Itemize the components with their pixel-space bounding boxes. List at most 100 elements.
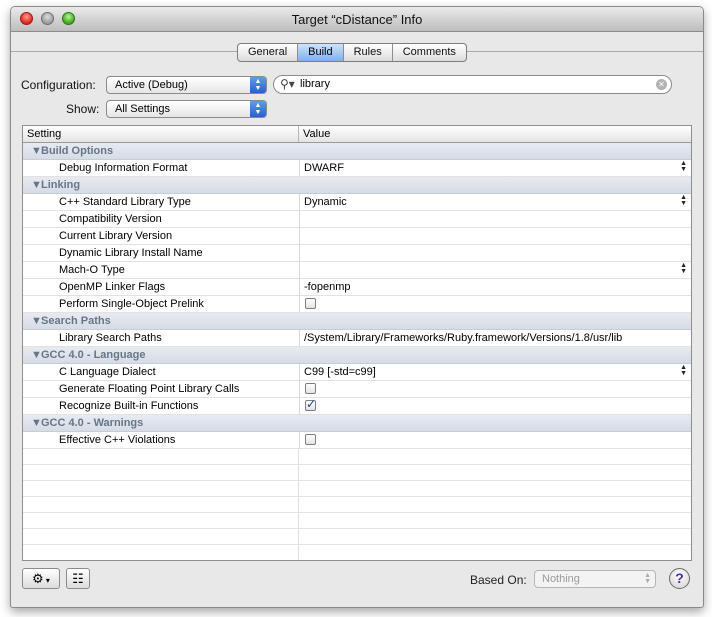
setting-label: Debug Information Format — [59, 162, 188, 174]
value-cell[interactable] — [299, 228, 691, 244]
setting-row[interactable]: OpenMP Linker Flags -fopenmp — [23, 279, 691, 296]
empty-row — [23, 513, 691, 529]
setting-value[interactable]: /System/Library/Frameworks/Ruby.framewor… — [304, 332, 622, 344]
setting-row[interactable]: Library Search Paths/System/Library/Fram… — [23, 330, 691, 347]
value-cell[interactable] — [299, 211, 691, 227]
column-divider — [298, 497, 299, 512]
column-header-value[interactable]: Value — [303, 128, 330, 140]
setting-row[interactable]: Effective C++ Violations — [23, 432, 691, 449]
popup-arrows-icon[interactable]: ▲ ▼ — [680, 194, 687, 207]
setting-row[interactable]: C Language Dialect C99 [-std=c99] ▲ ▼ — [23, 364, 691, 381]
info-window: Target “cDistance” Info General Build Ru… — [10, 6, 704, 608]
popup-arrows-icon: ▲ ▼ — [644, 572, 651, 585]
setting-row[interactable]: Perform Single-Object Prelink — [23, 296, 691, 313]
tab-rules[interactable]: Rules — [344, 44, 393, 61]
popup-arrows-icon: ▲ ▼ — [250, 77, 266, 93]
group-row[interactable]: ▼ GCC 4.0 - Warnings — [23, 415, 691, 432]
configuration-popup[interactable]: Active (Debug) ▲ ▼ — [106, 76, 267, 94]
setting-row[interactable]: Recognize Built-in Functions — [23, 397, 691, 415]
setting-cell: C Language Dialect — [23, 364, 298, 380]
group-label: Search Paths — [41, 315, 111, 327]
setting-row[interactable]: C++ Standard Library Type Dynamic ▲ ▼ — [23, 194, 691, 211]
search-field[interactable]: ⚲▾ library ✕ — [273, 75, 672, 94]
gear-icon: ⚙ — [32, 571, 44, 586]
settings-list-button[interactable]: ☷ — [66, 568, 90, 589]
table-body: ▼ Build Options Debug Information Format DW… — [23, 143, 691, 560]
setting-row[interactable]: Mach-O Type ▲ ▼ — [23, 262, 691, 279]
group-label: Linking — [41, 179, 81, 191]
show-popup[interactable]: All Settings ▲ ▼ — [106, 100, 267, 118]
setting-label: C Language Dialect — [59, 366, 156, 378]
setting-value[interactable]: Dynamic — [304, 196, 347, 208]
column-divider — [298, 545, 299, 560]
popup-arrows-icon[interactable]: ▲ ▼ — [680, 364, 687, 377]
column-divider[interactable] — [298, 126, 299, 142]
popup-arrows-icon[interactable]: ▲ ▼ — [680, 262, 687, 275]
group-row[interactable]: ▼ Search Paths — [23, 313, 691, 330]
setting-value[interactable]: -fopenmp — [304, 281, 350, 293]
checkbox[interactable] — [305, 434, 316, 445]
group-row[interactable]: ▼ GCC 4.0 - Language — [23, 347, 691, 364]
window-title: Target “cDistance” Info — [291, 12, 423, 27]
setting-row[interactable]: Compatibility Version — [23, 211, 691, 228]
column-header-setting[interactable]: Setting — [27, 128, 61, 140]
setting-cell: OpenMP Linker Flags — [23, 279, 298, 295]
empty-row — [23, 529, 691, 545]
group-row[interactable]: ▼ Build Options — [23, 143, 691, 160]
setting-row[interactable]: Dynamic Library Install Name — [23, 245, 691, 262]
empty-row — [23, 497, 691, 513]
setting-row[interactable]: Current Library Version — [23, 228, 691, 245]
action-menu-button[interactable]: ⚙ ▾ — [22, 568, 60, 589]
value-cell[interactable] — [299, 296, 691, 312]
popup-arrows-icon[interactable]: ▲ ▼ — [680, 160, 687, 173]
setting-label: OpenMP Linker Flags — [59, 281, 166, 293]
checkbox[interactable] — [305, 298, 316, 309]
value-cell[interactable]: ▲ ▼ — [299, 262, 691, 278]
group-label: GCC 4.0 - Warnings — [41, 417, 144, 429]
tab-bar: General Build Rules Comments — [237, 43, 467, 62]
chevron-down-icon: ▾ — [43, 576, 50, 585]
value-cell[interactable] — [299, 397, 691, 414]
show-label: Show: — [66, 102, 100, 116]
value-cell[interactable] — [299, 432, 691, 448]
setting-value[interactable]: C99 [-std=c99] — [304, 366, 376, 378]
setting-cell: Debug Information Format — [23, 160, 298, 176]
value-cell[interactable]: C99 [-std=c99] ▲ ▼ — [299, 364, 691, 380]
setting-cell: Compatibility Version — [23, 211, 298, 227]
setting-cell: Effective C++ Violations — [23, 432, 298, 448]
value-cell[interactable]: -fopenmp — [299, 279, 691, 295]
title-bar[interactable]: Target “cDistance” Info — [11, 7, 703, 32]
value-cell[interactable]: /System/Library/Frameworks/Ruby.framewor… — [299, 330, 691, 346]
column-divider — [298, 529, 299, 544]
setting-value[interactable]: DWARF — [304, 162, 344, 174]
setting-row[interactable]: Generate Floating Point Library Calls — [23, 381, 691, 398]
setting-label: Perform Single-Object Prelink — [59, 298, 204, 310]
value-cell[interactable] — [299, 381, 691, 397]
tab-build[interactable]: Build — [298, 44, 344, 61]
setting-label: Recognize Built-in Functions — [59, 400, 199, 412]
group-row[interactable]: ▼ Linking — [23, 177, 691, 194]
column-divider — [298, 513, 299, 528]
clear-search-icon[interactable]: ✕ — [656, 79, 667, 90]
tab-general[interactable]: General — [238, 44, 299, 61]
search-input[interactable]: library — [300, 78, 330, 90]
setting-cell: Perform Single-Object Prelink — [23, 296, 298, 312]
setting-label: Effective C++ Violations — [59, 434, 176, 446]
value-cell[interactable]: Dynamic ▲ ▼ — [299, 194, 691, 210]
based-on-popup[interactable]: Nothing ▲ ▼ — [534, 570, 656, 588]
value-cell[interactable] — [299, 245, 691, 261]
checkbox-checked[interactable] — [305, 397, 316, 411]
configuration-label: Configuration: — [21, 78, 96, 92]
value-cell[interactable]: DWARF ▲ ▼ — [299, 160, 691, 176]
checkbox[interactable] — [305, 383, 316, 394]
based-on-value: Nothing — [542, 573, 580, 585]
column-divider — [298, 449, 299, 464]
setting-cell: Library Search Paths — [23, 330, 298, 346]
help-button[interactable]: ? — [669, 568, 690, 589]
table-header: Setting Value — [23, 126, 691, 143]
column-divider — [298, 481, 299, 496]
setting-row[interactable]: Debug Information Format DWARF ▲ ▼ — [23, 160, 691, 177]
setting-label: C++ Standard Library Type — [59, 196, 191, 208]
setting-label: Current Library Version — [59, 230, 173, 242]
tab-comments[interactable]: Comments — [393, 44, 466, 61]
